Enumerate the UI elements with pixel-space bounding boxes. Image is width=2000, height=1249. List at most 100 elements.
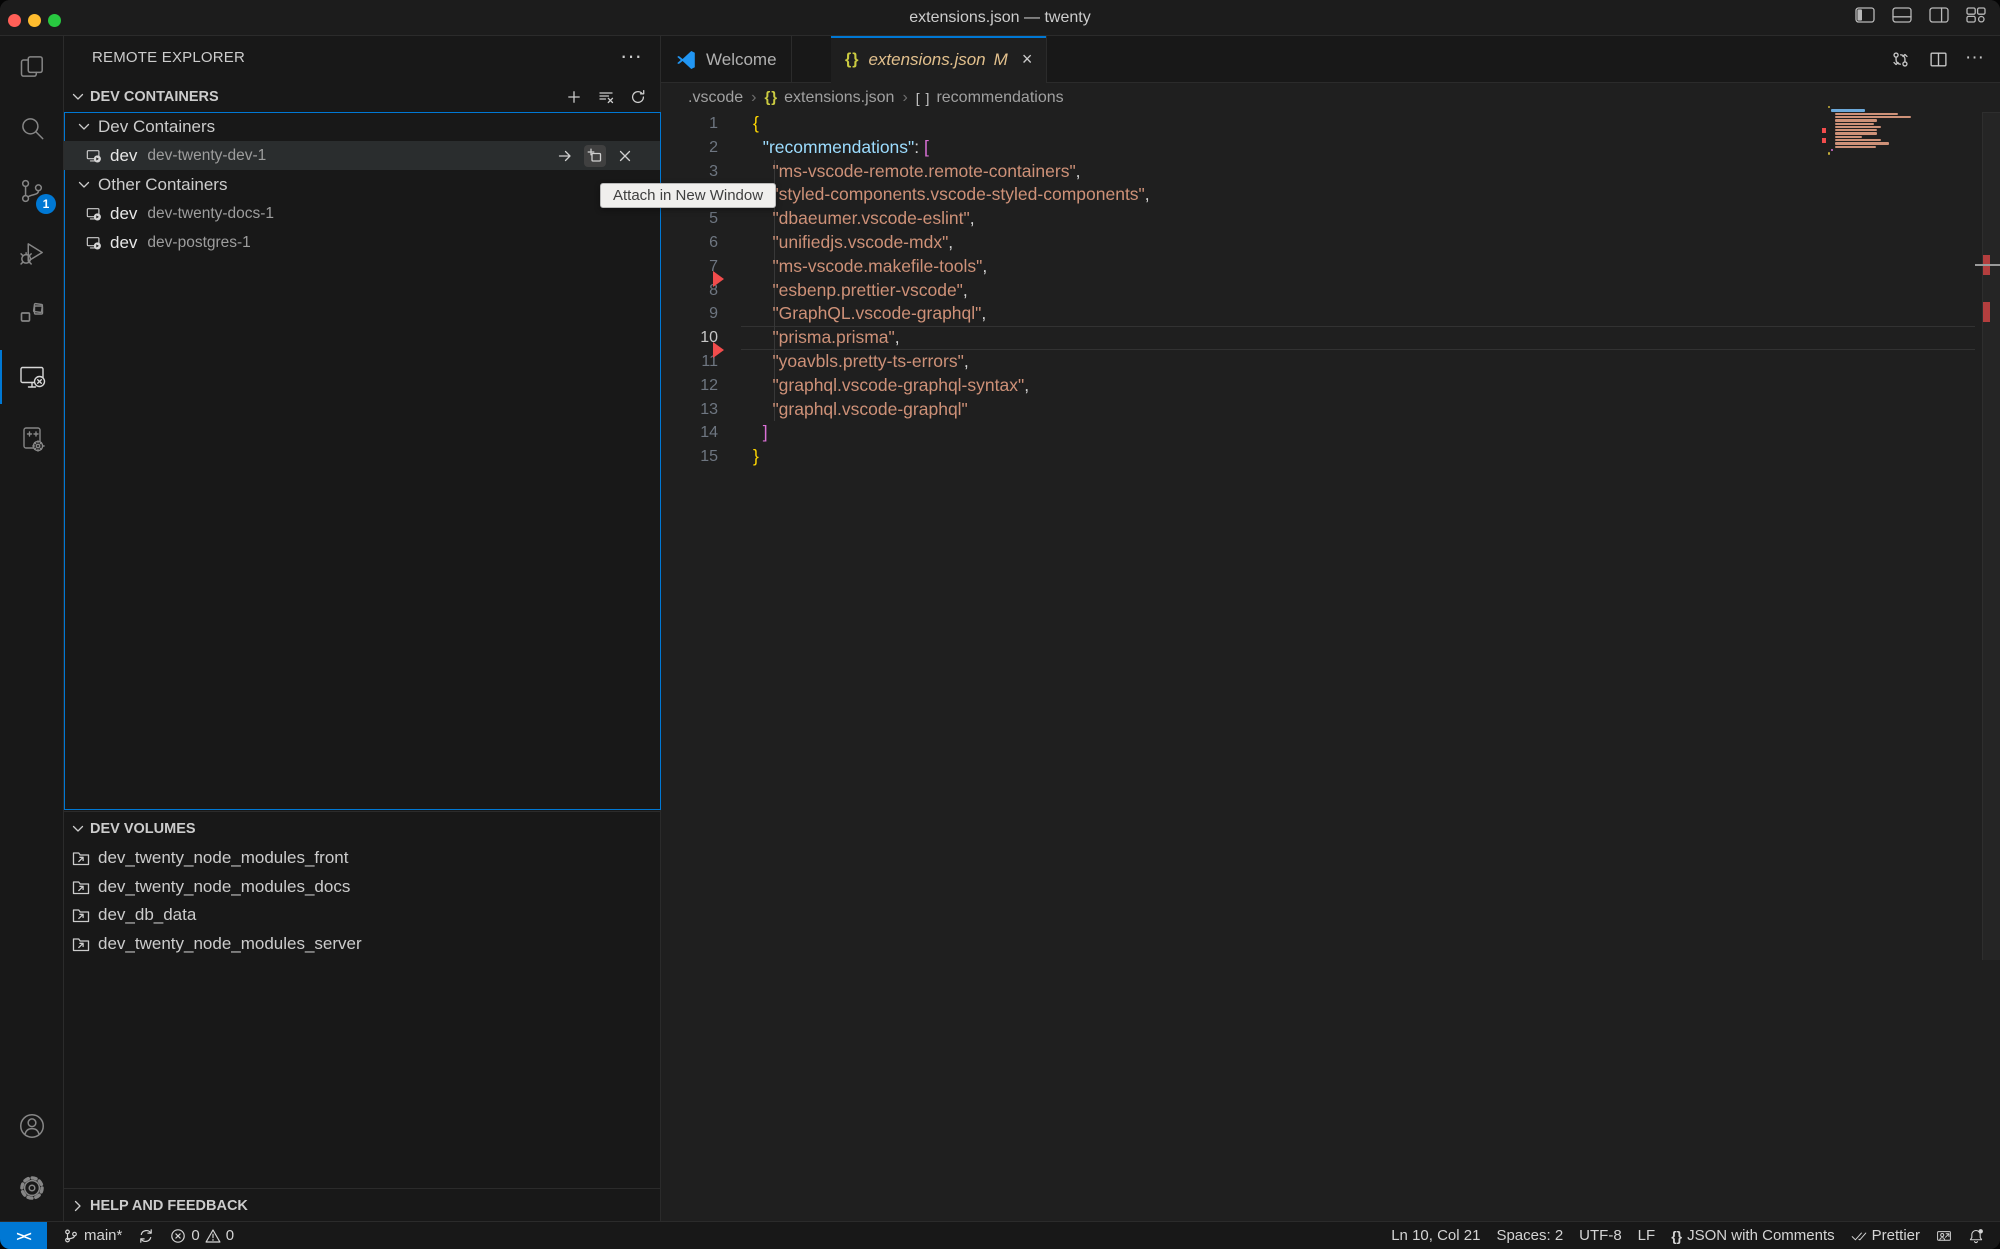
code-line-5[interactable]: 5 "dbaeumer.vscode-eslint", — [661, 207, 2000, 231]
code-line-8[interactable]: 8 "esbenp.prettier-vscode", — [661, 279, 2000, 303]
line-number: 14 — [661, 421, 718, 445]
breadcrumb-item-extensions-json[interactable]: {}extensions.json — [764, 89, 894, 107]
open-changes-icon[interactable] — [1889, 48, 1911, 70]
code-line-10[interactable]: 10 "prisma.prisma", — [661, 326, 2000, 350]
customize-layout-icon[interactable] — [1966, 7, 1986, 23]
code-line-15[interactable]: 15} — [661, 445, 2000, 469]
activity-run-debug[interactable] — [0, 222, 64, 284]
vscode-logo-icon — [675, 49, 697, 71]
split-editor-icon[interactable] — [1927, 48, 1949, 70]
container-dev-postgres-1[interactable]: devdev-postgres-1 — [64, 228, 660, 257]
token — [753, 232, 772, 252]
token — [753, 256, 772, 276]
breadcrumb-item-recommendations[interactable]: [ ]recommendations — [916, 89, 1064, 107]
code-line-14[interactable]: 14 ] — [661, 421, 2000, 445]
code-line-13[interactable]: 13 "graphql.vscode-graphql" — [661, 398, 2000, 422]
container-dev-twenty-dev-1[interactable]: devdev-twenty-dev-1 — [64, 141, 660, 170]
minimap[interactable] — [1821, 104, 1916, 160]
activity-search[interactable] — [0, 98, 64, 160]
new-container-icon[interactable] — [564, 87, 584, 107]
code-line-11[interactable]: 11 "yoavbls.pretty-ts-errors", — [661, 350, 2000, 374]
breadcrumb-item--vscode[interactable]: .vscode — [688, 89, 743, 107]
tree-group-dev-containers[interactable]: Dev Containers — [64, 112, 660, 141]
activity-settings[interactable] — [0, 1157, 64, 1219]
editor-more-actions-icon[interactable]: ··· — [1965, 48, 1984, 70]
line-content: } — [753, 445, 759, 469]
code-line-3[interactable]: 3 "ms-vscode-remote.remote-containers", — [661, 160, 2000, 184]
section-header-help-and-feedback[interactable]: HELP AND FEEDBACK — [64, 1190, 660, 1221]
code-line-6[interactable]: 6 "unifiedjs.vscode-mdx", — [661, 231, 2000, 255]
section-header-dev-volumes[interactable]: DEV VOLUMES — [64, 813, 660, 844]
code-line-12[interactable]: 12 "graphql.vscode-graphql-syntax", — [661, 374, 2000, 398]
line-number: 12 — [661, 374, 718, 398]
status-left: main* 00 — [55, 1222, 242, 1249]
token: "prisma.prisma" — [772, 327, 894, 347]
line-number: 5 — [661, 207, 718, 231]
token: "ms-vscode-remote.remote-containers" — [772, 161, 1075, 181]
filter-containers-icon[interactable] — [596, 87, 616, 107]
remote-indicator[interactable]: >< — [0, 1222, 47, 1249]
attach-in-current-window-icon[interactable] — [554, 145, 576, 167]
tree-group-other-containers[interactable]: Other Containers — [64, 170, 660, 199]
status-indentation[interactable]: Spaces: 2 — [1488, 1222, 1571, 1249]
status-encoding[interactable]: UTF-8 — [1571, 1222, 1630, 1249]
volume-dev_db_data[interactable]: dev_db_data — [64, 901, 660, 930]
status-language-mode[interactable]: {}JSON with Comments — [1663, 1222, 1842, 1249]
activity-extensions[interactable] — [0, 284, 64, 346]
code-editor[interactable]: 1{2 "recommendations": [3 "ms-vscode-rem… — [661, 112, 2000, 1221]
tree-group-label: Other Containers — [98, 175, 227, 195]
refresh-icon[interactable] — [628, 87, 648, 107]
container-dev-twenty-docs-1[interactable]: devdev-twenty-docs-1 — [64, 199, 660, 228]
search-icon — [17, 114, 47, 144]
tab-extensions-json[interactable]: {}extensions.json M× — [831, 36, 1047, 83]
section-header-dev-containers[interactable]: DEV CONTAINERS — [64, 81, 660, 112]
dev-container-icon — [86, 148, 102, 164]
activity-source-control[interactable]: 1 — [0, 160, 64, 222]
more-actions-icon[interactable]: ··· — [620, 36, 642, 80]
activity-explorer[interactable] — [0, 36, 64, 98]
close-tab-icon[interactable]: × — [1022, 49, 1033, 70]
stop-container-icon[interactable] — [614, 145, 636, 167]
array-symbol-icon: [ ] — [916, 90, 931, 106]
tab-welcome[interactable]: Welcome — [661, 36, 792, 83]
code-line-4[interactable]: 4 "styled-components.vscode-styled-compo… — [661, 183, 2000, 207]
code-line-1[interactable]: 1{ — [661, 112, 2000, 136]
status-sync[interactable] — [130, 1222, 162, 1249]
token — [753, 137, 763, 157]
volume-dev_twenty_node_modules_server[interactable]: dev_twenty_node_modules_server — [64, 930, 660, 959]
scrollbar-slider[interactable] — [1982, 112, 2000, 960]
volume-dev_twenty_node_modules_front[interactable]: dev_twenty_node_modules_front — [64, 844, 660, 873]
status-eol[interactable]: LF — [1630, 1222, 1664, 1249]
section-header-label: DEV CONTAINERS — [90, 89, 219, 105]
extensions-icon — [17, 300, 47, 330]
status-feedback[interactable] — [1928, 1222, 1960, 1249]
warning-count: 0 — [226, 1227, 234, 1244]
toggle-primary-sidebar-icon[interactable] — [1855, 7, 1875, 23]
token: , — [948, 232, 953, 252]
toggle-secondary-sidebar-icon[interactable] — [1929, 7, 1949, 23]
attach-in-new-window-icon[interactable] — [584, 145, 606, 167]
json-file-icon: {} — [845, 51, 859, 69]
token: "GraphQL.vscode-graphql" — [772, 303, 981, 323]
code-line-9[interactable]: 9 "GraphQL.vscode-graphql", — [661, 302, 2000, 326]
activity-accounts[interactable] — [0, 1095, 64, 1157]
line-number: 11 — [661, 350, 718, 374]
line-number: 7 — [661, 255, 718, 279]
status-branch[interactable]: main* — [55, 1222, 130, 1249]
token — [753, 399, 772, 419]
status-formatter[interactable]: Prettier — [1843, 1222, 1928, 1249]
status-notifications[interactable] — [1960, 1222, 1992, 1249]
code-line-7[interactable]: 7 "ms-vscode.makefile-tools", — [661, 255, 2000, 279]
activity-dev-containers[interactable] — [0, 408, 64, 470]
settings-icon — [17, 1173, 47, 1203]
line-number: 10 — [661, 326, 718, 350]
breadcrumb-label: extensions.json — [784, 89, 894, 107]
code-line-2[interactable]: 2 "recommendations": [ — [661, 136, 2000, 160]
token — [753, 303, 772, 323]
token: : — [914, 137, 924, 157]
activity-remote-explorer[interactable] — [0, 346, 64, 408]
status-cursor-position[interactable]: Ln 10, Col 21 — [1383, 1222, 1488, 1249]
volume-dev_twenty_node_modules_docs[interactable]: dev_twenty_node_modules_docs — [64, 873, 660, 902]
toggle-panel-icon[interactable] — [1892, 7, 1912, 23]
status-problems[interactable]: 00 — [162, 1222, 242, 1249]
